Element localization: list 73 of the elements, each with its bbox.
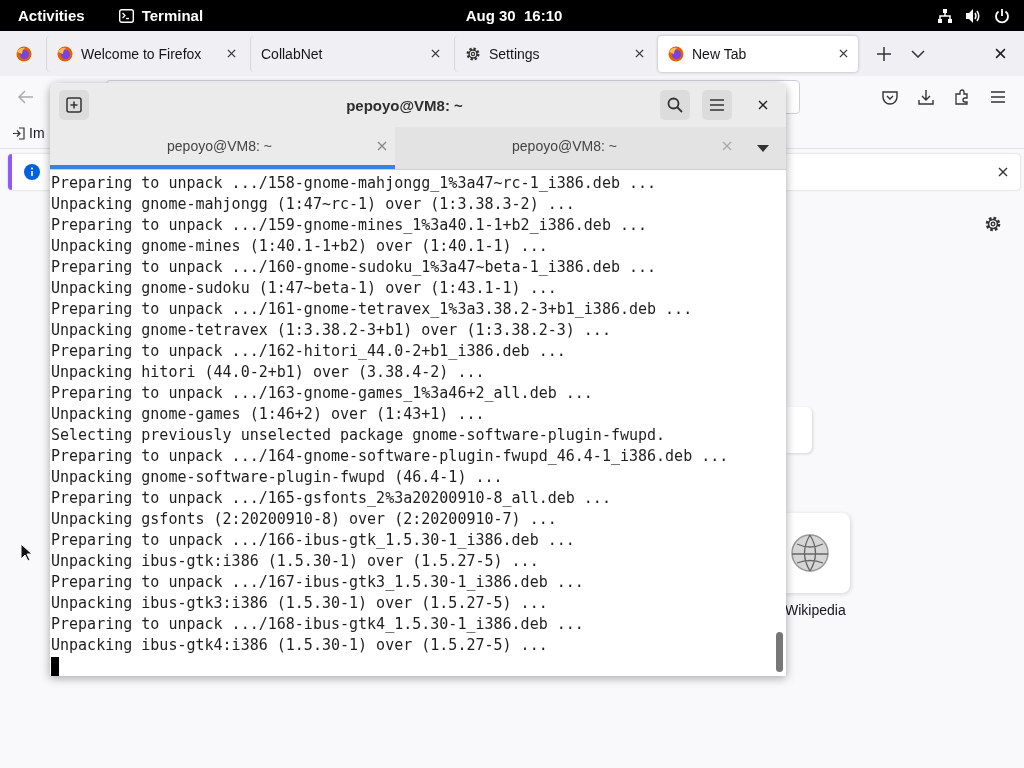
info-icon [24, 164, 40, 180]
browser-tab[interactable]: CollabNet [250, 35, 450, 72]
firefox-icon [57, 45, 73, 62]
volume-icon[interactable] [965, 7, 982, 24]
scrollbar[interactable] [773, 170, 786, 676]
browser-tab[interactable]: New Tab [658, 35, 858, 72]
terminal-line: Preparing to unpack .../168-ibus-gtk4_1.5.30-1_i386.deb ... [51, 614, 585, 635]
terminal-line: Preparing to unpack .../158-gnome-mahjongg_1%3a47~rc-1_i386.deb ... [51, 173, 658, 194]
terminal-line: Preparing to unpack .../162-hitori_44.0-2+b1_i386.deb ... [51, 341, 567, 362]
terminal-tab[interactable]: pepoyo@VM8: ~ [395, 127, 740, 169]
terminal-tab[interactable]: pepoyo@VM8: ~ [50, 127, 395, 169]
terminal-line: Unpacking ibus-gtk3:i386 (1.5.30-1) over (1.5.27-5) ... [51, 593, 549, 614]
settings-icon [465, 45, 481, 62]
settings-icon[interactable] [984, 215, 1002, 233]
terminal-line: Unpacking ibus-gtk:i386 (1.5.30-1) over (1.5.27-5) ... [51, 551, 540, 572]
terminal-line: Unpacking gnome-software-plugin-fwupd (46.4-1) ... [51, 467, 504, 488]
pocket-icon[interactable] [882, 89, 898, 105]
firefox-view-button[interactable] [16, 45, 32, 62]
terminal-line: Preparing to unpack .../159-gnome-mines_1%3a40.1-1+b2_i386.deb ... [51, 215, 649, 236]
browser-tab[interactable]: Settings [454, 35, 654, 72]
activities-button[interactable]: Activities [18, 7, 85, 24]
terminal-line: Unpacking gnome-tetravex (1:3.38.2-3+b1) over (1:3.38.2-3) ... [51, 320, 612, 341]
terminal-line: Unpacking gnome-mahjongg (1:47~rc-1) over (1:3.38.3-2) ... [51, 194, 576, 215]
shortcut-tile[interactable] [786, 407, 812, 453]
download-icon[interactable] [918, 89, 934, 105]
dropdown-arrow-icon[interactable] [757, 144, 769, 152]
terminal-line: Preparing to unpack .../161-gnome-tetravex_1%3a3.38.2-3+b1_i386.deb ... [51, 299, 694, 320]
puzzle-icon[interactable] [954, 89, 970, 105]
close-icon[interactable] [227, 49, 236, 58]
clock[interactable]: Aug 30 16:10 [348, 7, 680, 24]
search-icon [667, 97, 683, 114]
terminal-icon [118, 8, 134, 23]
new-tab-icon[interactable] [877, 46, 891, 61]
shortcut-tile[interactable] [784, 513, 850, 593]
firefox-icon [668, 45, 684, 62]
mouse-pointer-icon [20, 543, 32, 562]
close-icon[interactable] [998, 167, 1008, 177]
terminal-line: Preparing to unpack .../166-ibus-gtk_1.5.30-1_i386.deb ... [51, 530, 576, 551]
globe-icon [791, 534, 829, 572]
text-cursor [51, 657, 59, 676]
power-icon[interactable] [994, 7, 1010, 24]
close-icon[interactable] [839, 49, 848, 58]
app-menu[interactable]: Terminal [141, 7, 204, 24]
shortcut-label[interactable]: Wikipedia [785, 602, 846, 618]
close-icon[interactable] [994, 48, 1006, 59]
chevron-down-icon[interactable] [911, 49, 925, 58]
terminal-line: Preparing to unpack .../165-gsfonts_2%3a20200910-8_all.deb ... [51, 488, 612, 509]
terminal-line: Preparing to unpack .../167-ibus-gtk3_1.5.30-1_i386.deb ... [51, 572, 585, 593]
plus-box-icon [66, 97, 82, 114]
search-button[interactable] [660, 90, 690, 121]
menu-icon[interactable] [991, 91, 1005, 103]
terminal-line: Preparing to unpack .../163-gnome-games_1%3a46+2_all.deb ... [51, 383, 594, 404]
terminal-line: Unpacking hitori (44.0-2+b1) over (3.38.4-2) ... [51, 362, 486, 383]
menu-icon [710, 99, 724, 112]
close-icon[interactable] [431, 49, 440, 58]
close-icon[interactable] [635, 49, 644, 58]
import-icon [12, 126, 25, 140]
menu-button[interactable] [702, 90, 732, 121]
scrollbar-thumb[interactable] [776, 632, 783, 672]
window-title: pepoyo@VM8: ~ [345, 96, 464, 114]
new-tab-button[interactable] [59, 90, 89, 121]
terminal-line: Unpacking ibus-gtk4:i386 (1.5.30-1) over (1.5.27-5) ... [51, 635, 549, 656]
terminal-line: Unpacking gnome-games (1:46+2) over (1:43+1) ... [51, 404, 486, 425]
terminal-line: Unpacking gnome-sudoku (1:47~beta-1) over (1:43.1-1) ... [51, 278, 558, 299]
terminal-line: Selecting previously unselected package gnome-software-plugin-fwupd. [51, 425, 667, 446]
terminal-line: Unpacking gnome-mines (1:40.1-1+b2) over (1:40.1-1) ... [51, 236, 549, 257]
bookmark-link[interactable]: Im [29, 125, 45, 141]
terminal-line: Unpacking gsfonts (2:20200910-8) over (2:20200910-7) ... [51, 509, 558, 530]
close-icon[interactable] [758, 100, 768, 111]
terminal-line: Preparing to unpack .../160-gnome-sudoku_1%3a47~beta-1_i386.deb ... [51, 257, 658, 278]
terminal-line: Preparing to unpack .../164-gnome-software-plugin-fwupd_46.4-1_i386.deb ... [51, 446, 730, 467]
browser-tab[interactable]: Welcome to Firefox [46, 35, 246, 72]
network-icon[interactable] [937, 7, 953, 24]
